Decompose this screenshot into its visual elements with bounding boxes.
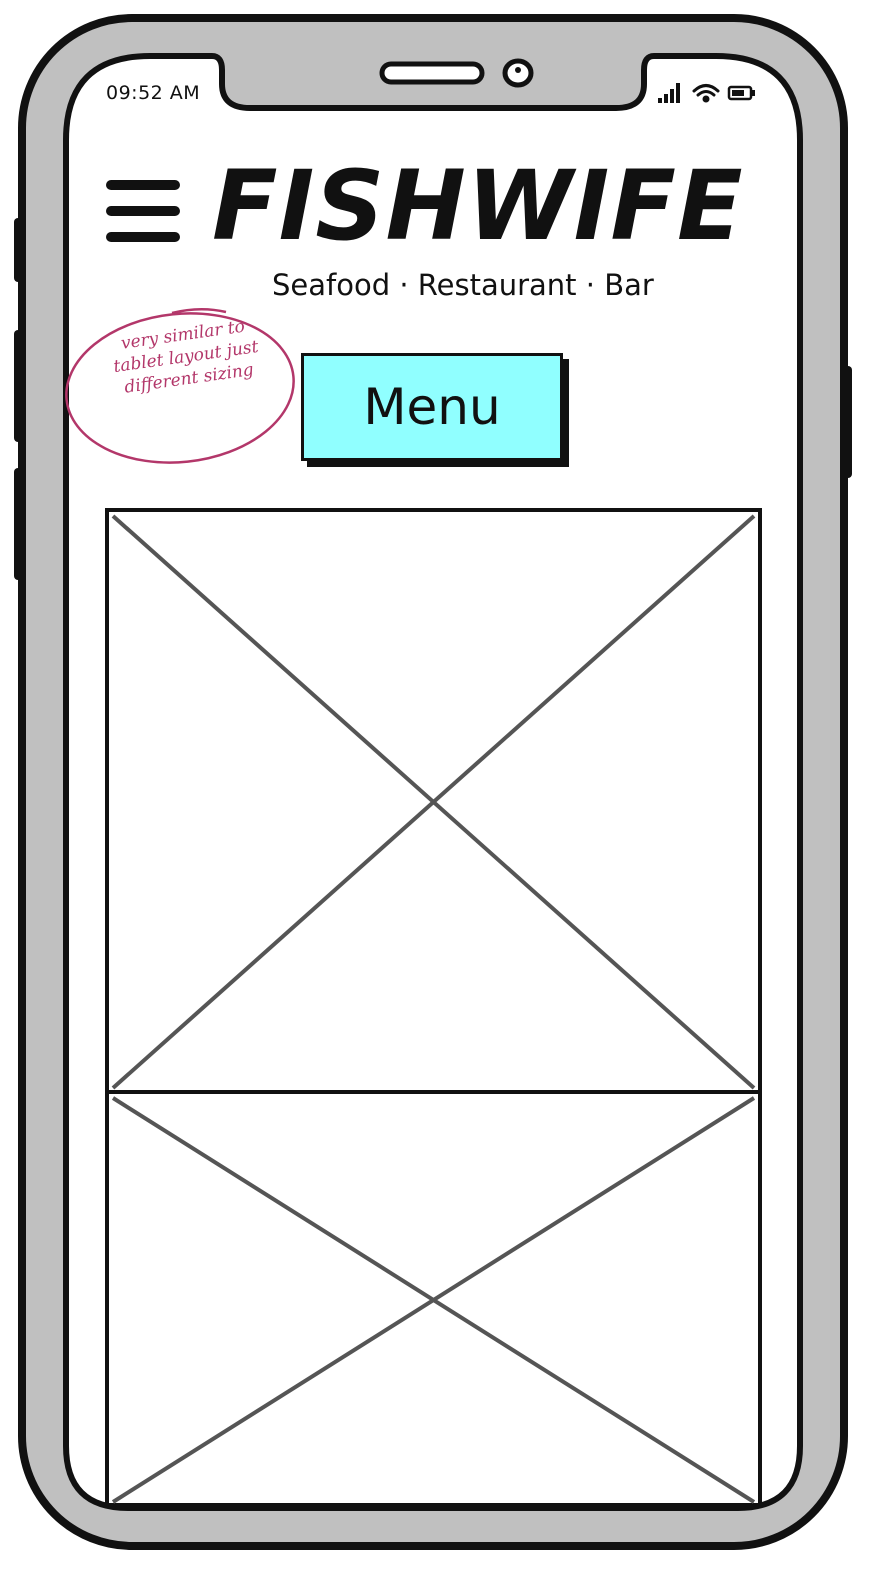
speaker-grille (379, 61, 485, 85)
menu-button[interactable]: Menu (301, 353, 563, 461)
brand-tagline: Seafood · Restaurant · Bar (272, 268, 654, 302)
hero-image-placeholder (105, 508, 762, 1094)
status-time: 09:52 AM (106, 82, 201, 104)
secondary-image-placeholder (105, 1090, 762, 1507)
hamburger-menu-icon[interactable] (106, 178, 182, 244)
camera-icon (502, 58, 534, 88)
brand-logo: FISHWIFE (212, 150, 744, 262)
